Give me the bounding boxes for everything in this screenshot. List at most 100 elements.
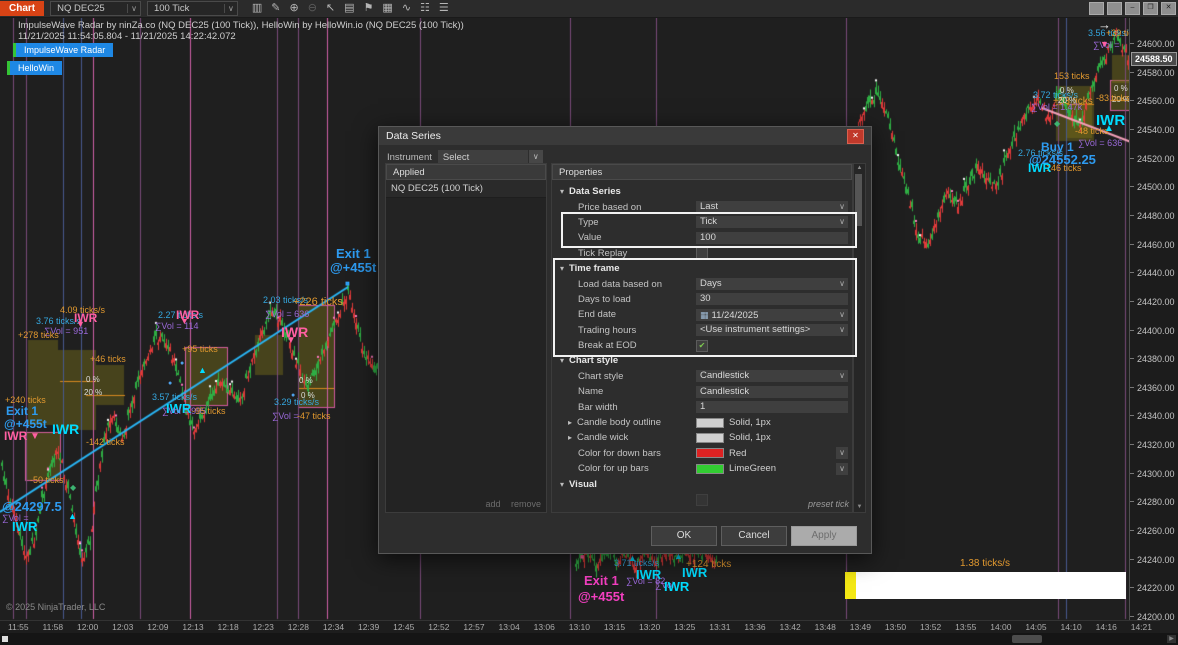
property-row-candle-body-outline[interactable]: ▸Candle body outlineSolid, 1px xyxy=(552,415,852,430)
cursor-icon[interactable]: ↖ xyxy=(326,2,335,15)
property-row-visual[interactable]: ▾Visual xyxy=(552,476,852,491)
zoom-in-icon[interactable]: ⊕ xyxy=(289,2,298,15)
time-axis[interactable]: 11:5511:5812:0012:0312:0912:1312:1812:23… xyxy=(0,620,1160,633)
property-row-name[interactable]: NameCandlestick xyxy=(552,384,852,399)
link-button-a[interactable] xyxy=(1089,2,1104,15)
property-row-break-at-eod[interactable]: Break at EOD✔ xyxy=(552,338,852,353)
instrument-selector[interactable]: NQ DEC25 ∨ xyxy=(50,1,141,16)
checkbox[interactable] xyxy=(696,247,708,259)
property-row-candle-wick[interactable]: ▸Candle wickSolid, 1px xyxy=(552,430,852,445)
property-row-bar-width[interactable]: Bar width1 xyxy=(552,399,852,414)
property-value[interactable]: Tick∨ xyxy=(696,216,848,228)
scrollbar-home-box[interactable] xyxy=(2,636,8,642)
property-row-data-series[interactable]: ▾Data Series xyxy=(552,184,852,199)
zoom-out-icon[interactable]: ⊖ xyxy=(308,2,317,15)
chevron-down-icon[interactable]: ∨ xyxy=(836,201,848,213)
price-axis[interactable]: 24588.50 24600.0024580.0024560.0024540.0… xyxy=(1129,17,1178,620)
chart-type-icon[interactable]: ▥ xyxy=(252,2,262,15)
close-icon[interactable]: ✕ xyxy=(1161,2,1176,15)
expand-icon[interactable]: ▸ xyxy=(568,418,572,427)
drawing-tools-icon[interactable]: ∿ xyxy=(402,2,411,15)
property-row-color-for-up-bars[interactable]: Color for up barsLimeGreen∨ xyxy=(552,461,852,476)
checkbox[interactable]: ✔ xyxy=(696,340,708,352)
instrument-select[interactable]: Select ∨ xyxy=(438,150,543,164)
hellowin-button[interactable]: HelloWin xyxy=(7,61,62,75)
property-value[interactable]: 30 xyxy=(696,293,848,305)
horizontal-scrollbar[interactable]: ▶ xyxy=(0,633,1178,645)
snapshot-icon[interactable]: ▤ xyxy=(344,2,354,15)
chart-menu-button[interactable]: Chart xyxy=(0,1,44,16)
scroll-up-icon[interactable]: ▲ xyxy=(854,164,865,173)
property-row-type[interactable]: TypeTick∨ xyxy=(552,215,852,230)
cancel-button[interactable]: Cancel xyxy=(721,526,787,546)
chevron-down-icon[interactable]: ∨ xyxy=(127,4,140,13)
property-value[interactable]: Solid, 1px xyxy=(696,417,848,428)
property-row-price-based-on[interactable]: Price based onLast∨ xyxy=(552,199,852,214)
property-row-color-for-down-bars[interactable]: Color for down barsRed∨ xyxy=(552,446,852,461)
properties-scrollbar[interactable]: ▲ ▼ xyxy=(853,163,866,513)
scrollbar-thumb[interactable] xyxy=(1012,635,1042,643)
property-value[interactable] xyxy=(696,247,848,259)
chevron-down-icon[interactable]: ∨ xyxy=(836,309,848,321)
apply-button[interactable]: Apply xyxy=(791,526,857,546)
add-link[interactable]: add xyxy=(485,499,500,509)
time-label: 13:52 xyxy=(920,622,941,633)
close-icon[interactable]: ✕ xyxy=(847,129,864,144)
property-value[interactable]: LimeGreen∨ xyxy=(696,463,848,475)
property-row-trading-hours[interactable]: Trading hours<Use instrument settings>∨ xyxy=(552,323,852,338)
restore-icon[interactable]: ❐ xyxy=(1143,2,1158,15)
property-value[interactable]: Candlestick∨ xyxy=(696,370,848,382)
price-tick xyxy=(1130,158,1134,159)
property-row-days-to-load[interactable]: Days to load30 xyxy=(552,292,852,307)
time-label: 12:09 xyxy=(147,622,168,633)
alert-flag-icon[interactable]: ⚑ xyxy=(364,2,374,15)
chevron-down-icon[interactable]: ∨ xyxy=(836,216,848,228)
checkbox[interactable] xyxy=(696,494,708,506)
property-value[interactable]: Days∨ xyxy=(696,278,848,290)
scrollbar-right-arrow[interactable]: ▶ xyxy=(1167,635,1176,643)
minimize-icon[interactable]: – xyxy=(1125,2,1140,15)
property-value[interactable]: Solid, 1px xyxy=(696,432,848,443)
property-row-time-frame[interactable]: ▾Time frame xyxy=(552,261,852,276)
chevron-down-icon[interactable]: ∨ xyxy=(836,278,848,290)
properties-icon[interactable]: ☰ xyxy=(439,2,449,15)
remove-link[interactable]: remove xyxy=(511,499,541,509)
property-row-end-date[interactable]: End date▦11/24/2025∨ xyxy=(552,307,852,322)
property-row-chart-style[interactable]: Chart styleCandlestick∨ xyxy=(552,369,852,384)
property-value[interactable]: Last∨ xyxy=(696,201,848,213)
interval-selector[interactable]: 100 Tick ∨ xyxy=(147,1,238,16)
pencil-icon[interactable]: ✎ xyxy=(271,2,280,15)
expand-icon[interactable]: ▸ xyxy=(568,433,572,442)
property-row-chart-style[interactable]: ▾Chart style xyxy=(552,353,852,368)
instrument-selector-value: NQ DEC25 xyxy=(51,3,127,14)
ok-button[interactable]: OK xyxy=(651,526,717,546)
property-value[interactable]: 1 xyxy=(696,401,848,413)
scroll-thumb[interactable] xyxy=(855,174,862,226)
indicators-icon[interactable]: ▦ xyxy=(382,2,392,15)
chevron-down-icon[interactable]: ∨ xyxy=(528,150,543,164)
chevron-down-icon[interactable]: ∨ xyxy=(836,463,848,475)
collapse-icon[interactable]: ▾ xyxy=(560,356,564,365)
property-row-value[interactable]: Value100 xyxy=(552,230,852,245)
property-row-load-data-based-on[interactable]: Load data based onDays∨ xyxy=(552,276,852,291)
impulsewave-radar-button[interactable]: ImpulseWave Radar xyxy=(13,43,113,57)
property-row-tick-replay[interactable]: Tick Replay xyxy=(552,246,852,261)
property-value[interactable]: ▦11/24/2025∨ xyxy=(696,309,848,321)
property-value[interactable]: <Use instrument settings>∨ xyxy=(696,324,848,336)
chevron-down-icon[interactable]: ∨ xyxy=(836,370,848,382)
property-value[interactable]: 100 xyxy=(696,232,848,244)
scroll-down-icon[interactable]: ▼ xyxy=(854,503,865,512)
collapse-icon[interactable]: ▾ xyxy=(560,187,564,196)
collapse-icon[interactable]: ▾ xyxy=(560,264,564,273)
chevron-down-icon[interactable]: ∨ xyxy=(836,324,848,336)
dialog-title-bar[interactable]: Data Series ✕ xyxy=(379,127,871,145)
property-value[interactable]: Red∨ xyxy=(696,447,848,459)
property-value[interactable]: Candlestick xyxy=(696,386,848,398)
strategies-icon[interactable]: ☷ xyxy=(420,2,430,15)
link-button-b[interactable] xyxy=(1107,2,1122,15)
applied-item[interactable]: NQ DEC25 (100 Tick) xyxy=(386,180,546,198)
property-value[interactable]: ✔ xyxy=(696,340,848,352)
chevron-down-icon[interactable]: ∨ xyxy=(836,447,848,459)
chevron-down-icon[interactable]: ∨ xyxy=(224,4,237,13)
collapse-icon[interactable]: ▾ xyxy=(560,480,564,489)
